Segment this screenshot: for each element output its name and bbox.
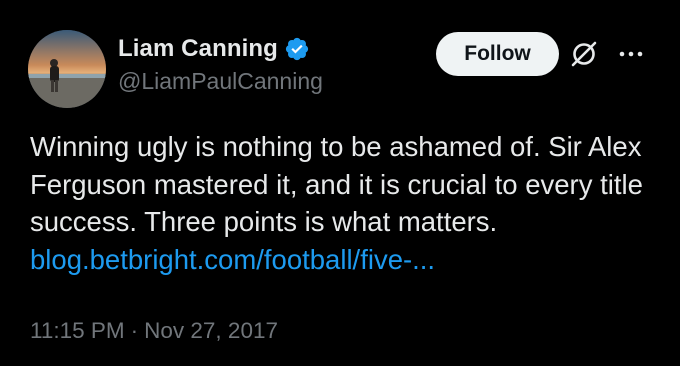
tweet-card: Liam Canning @LiamPaulCanning Follow Win… <box>0 0 680 366</box>
timestamp-time: 11:15 PM <box>30 318 125 343</box>
tweet-text: Winning ugly is nothing to be ashamed of… <box>30 128 660 278</box>
more-options-icon[interactable] <box>617 40 645 68</box>
author-block: Liam Canning @LiamPaulCanning <box>118 34 323 95</box>
tweet-body: Winning ugly is nothing to be ashamed of… <box>30 131 643 237</box>
grok-icon[interactable] <box>568 38 600 70</box>
verified-badge-icon[interactable] <box>284 36 310 62</box>
user-handle[interactable]: @LiamPaulCanning <box>118 68 323 95</box>
timestamp-separator: · <box>130 318 139 343</box>
avatar[interactable] <box>28 30 106 108</box>
display-name[interactable]: Liam Canning <box>118 35 278 63</box>
follow-button[interactable]: Follow <box>436 32 559 76</box>
timestamp-date: Nov 27, 2017 <box>144 318 278 343</box>
tweet-link[interactable]: blog.betbright.com/football/five-... <box>30 244 435 275</box>
name-row: Liam Canning <box>118 34 323 64</box>
timestamp[interactable]: 11:15 PM · Nov 27, 2017 <box>30 318 278 344</box>
